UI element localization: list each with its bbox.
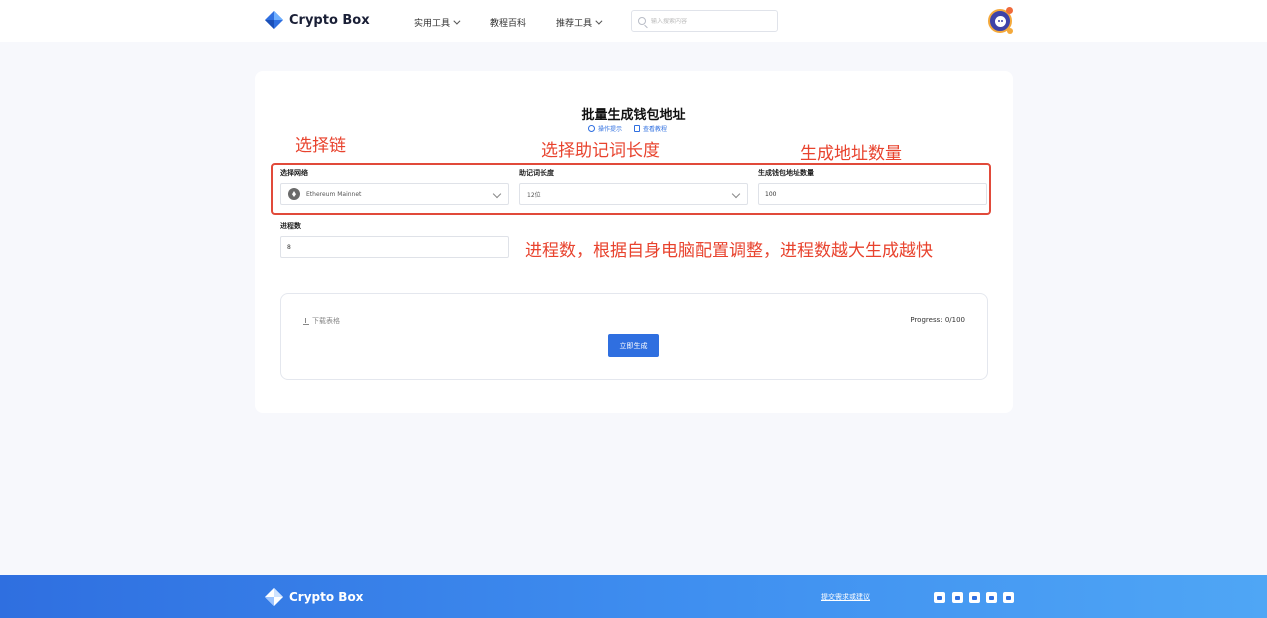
nav-recommended-tools[interactable]: 推荐工具 [556,16,603,29]
chevron-down-icon [595,17,603,25]
process-count-label: 进程数 [280,222,301,230]
page-title: 批量生成钱包地址 [581,108,686,123]
telegram-icon[interactable] [969,592,980,603]
view-tutorial-link[interactable]: 查看教程 [634,124,667,133]
progress-text: Progress: 0/100 [910,316,965,324]
crypto-box-logo-icon [265,588,283,606]
crypto-box-logo-icon [265,11,283,29]
search-input[interactable] [651,17,771,25]
operation-tips-link[interactable]: 操作提示 [588,124,622,133]
book-icon [634,125,641,132]
nav-label: 实用工具 [414,19,451,29]
brand-name: Crypto Box [289,12,370,28]
avatar-decoration-icon [1006,7,1013,14]
avatar-face-icon [994,15,1006,27]
helper-links: 操作提示 查看教程 [588,124,667,133]
download-icon [303,317,309,325]
avatar-decoration-icon [1007,28,1013,34]
weibo-icon[interactable] [952,592,963,603]
search-box[interactable] [631,10,778,32]
brand-logo[interactable]: Crypto Box [264,10,370,30]
footer: Crypto Box 提交需求或建议 [0,575,1267,618]
search-icon [638,17,646,25]
feedback-link[interactable]: 提交需求或建议 [821,592,870,602]
link-label: 查看教程 [643,126,668,133]
top-header: Crypto Box 实用工具 教程百科 推荐工具 [0,0,1267,42]
link-label: 操作提示 [598,126,623,133]
chevron-down-icon [453,17,461,25]
user-avatar[interactable] [988,7,1013,34]
twitter-icon[interactable] [986,592,997,603]
mnemonic-length-select[interactable]: 12位 [519,183,748,205]
mnemonic-length-value: 12位 [527,191,541,199]
process-count-input[interactable] [280,236,509,258]
mnemonic-length-label: 助记词长度 [519,169,554,177]
ethereum-icon [288,188,300,200]
nav-label: 推荐工具 [556,19,593,29]
annotation-count: 生成地址数量 [800,144,902,164]
footer-brand-logo[interactable]: Crypto Box [264,587,363,607]
annotation-process: 进程数，根据自身电脑配置调整，进程数越大生成越快 [525,241,933,261]
download-label: 下载表格 [312,317,340,325]
footer-brand-name: Crypto Box [289,590,364,604]
info-icon [588,125,595,132]
nav-label: 教程百科 [490,19,527,29]
chevron-down-icon [492,189,502,199]
discord-icon[interactable] [1003,592,1014,603]
network-value: Ethereum Mainnet [306,190,362,198]
annotation-mnemonic: 选择助记词长度 [541,141,660,161]
nav-practical-tools[interactable]: 实用工具 [414,16,461,29]
address-count-label: 生成钱包地址数量 [758,169,814,177]
chevron-down-icon [731,189,741,199]
wechat-icon[interactable] [934,592,945,603]
annotation-chain: 选择链 [295,136,346,156]
network-select[interactable]: Ethereum Mainnet [280,183,509,205]
nav-tutorials[interactable]: 教程百科 [490,16,526,29]
download-table-link[interactable]: 下载表格 [303,316,340,326]
address-count-input[interactable] [758,183,987,205]
generate-now-button[interactable]: 立即生成 [608,334,659,357]
network-label: 选择网络 [280,169,308,177]
